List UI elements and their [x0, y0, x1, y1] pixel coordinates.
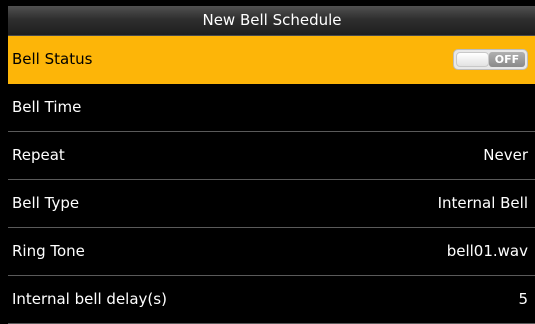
bell-status-toggle[interactable]: OFF	[453, 49, 528, 70]
settings-menu: Bell Status OFF Bell Time Repeat Never B…	[8, 36, 535, 324]
menu-item-ring-tone[interactable]: Ring Tone bell01.wav	[8, 228, 535, 276]
menu-item-value: Never	[483, 146, 528, 164]
menu-item-label: Internal bell delay(s)	[12, 290, 167, 308]
page-title: New Bell Schedule	[202, 11, 342, 29]
menu-item-value: 5	[518, 290, 528, 308]
menu-item-label: Bell Type	[12, 194, 80, 212]
menu-item-label: Repeat	[12, 146, 65, 164]
menu-item-label: Bell Status	[12, 50, 93, 68]
menu-item-internal-bell-delay[interactable]: Internal bell delay(s) 5	[8, 276, 535, 324]
menu-item-bell-status[interactable]: Bell Status OFF	[8, 36, 535, 84]
title-bar: New Bell Schedule	[8, 6, 535, 36]
menu-item-label: Ring Tone	[12, 242, 85, 260]
menu-item-label: Bell Time	[12, 98, 82, 116]
menu-item-bell-type[interactable]: Bell Type Internal Bell	[8, 180, 535, 228]
menu-item-repeat[interactable]: Repeat Never	[8, 132, 535, 180]
toggle-knob	[456, 52, 489, 67]
toggle-state-label: OFF	[489, 52, 525, 67]
menu-item-value: Internal Bell	[437, 194, 528, 212]
menu-item-bell-time[interactable]: Bell Time	[8, 84, 535, 132]
menu-item-value: bell01.wav	[446, 242, 528, 260]
